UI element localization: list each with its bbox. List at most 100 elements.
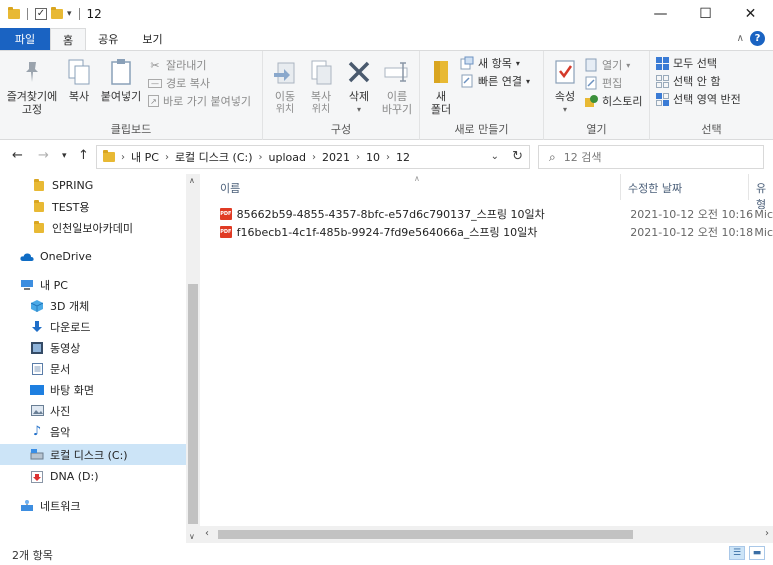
copy-button[interactable]: 복사 [62,57,96,103]
scroll-down-icon[interactable]: ∨ [189,532,195,541]
copy-to-button[interactable]: 복사 위치 [303,57,339,116]
paste-shortcut-button[interactable]: ↗ 바로 가기 붙여넣기 [148,93,251,109]
video-icon [30,341,44,354]
search-box[interactable]: ⌕ 12 검색 [538,145,764,169]
nav-item-3d-objects[interactable]: 3D 개체 [0,295,186,316]
nav-item-local-disk-c[interactable]: 로컬 디스크 (C:) [0,444,186,465]
pdf-file-icon: PDF [220,226,232,238]
column-header-modified[interactable]: 수정한 날짜 [628,180,682,196]
nav-item-test[interactable]: TEST용 [0,196,186,217]
new-folder-icon [426,57,456,87]
nav-item-network[interactable]: 네트워크 [0,495,186,516]
collapse-ribbon-icon[interactable]: ∧ [737,33,744,44]
open-button[interactable]: 열기 ▾ [584,57,630,73]
select-none-button[interactable]: 선택 안 함 [655,73,720,89]
nav-item-spring[interactable]: SPRING [0,175,186,196]
invert-selection-button[interactable]: 선택 영역 반전 [655,91,741,107]
nav-item-music[interactable]: ♪ 음악 [0,421,186,442]
large-icons-view-icon[interactable]: ▬ [749,546,765,560]
copy-path-button[interactable]: — 경로 복사 [148,75,210,91]
tab-home[interactable]: 홈 [50,28,87,50]
nav-item-this-pc[interactable]: 내 PC [0,274,186,295]
sort-indicator-icon: ∧ [414,174,420,183]
tab-file[interactable]: 파일 [0,28,50,50]
properties-button[interactable]: 속성 ▾ [548,57,582,116]
address-dropdown-icon[interactable]: ⌄ [491,151,499,162]
new-folder-button[interactable]: 새 폴더 [426,57,456,116]
nav-item-label: 3D 개체 [50,299,90,313]
column-divider[interactable] [748,174,749,200]
pin-to-quick-access-button[interactable]: 즐겨찾기에 고정 [4,57,60,116]
forward-arrow-icon[interactable]: → [38,148,49,163]
move-to-button[interactable]: 이동 위치 [267,57,303,116]
window-title: 12 [86,7,102,21]
customize-toolbar-dropdown[interactable]: ▾ [67,9,72,19]
new-folder-quick-icon[interactable] [51,7,63,19]
nav-item-dna-d[interactable]: DNA (D:) [0,466,186,487]
back-arrow-icon[interactable]: ← [12,148,23,163]
help-icon[interactable]: ? [750,31,765,46]
scrollbar-thumb[interactable] [188,284,198,524]
scroll-up-icon[interactable]: ∧ [189,176,195,185]
scroll-left-icon[interactable]: ‹ [205,528,209,539]
nav-item-pictures[interactable]: 사진 [0,400,186,421]
new-folder-label-1: 새 [435,90,447,103]
breadcrumb-2021[interactable]: 2021 [322,151,350,164]
breadcrumb-this-pc[interactable]: 내 PC [131,149,159,165]
select-group-label: 선택 [701,123,722,136]
divider [27,8,28,20]
nav-item-documents[interactable]: 문서 [0,358,186,379]
delete-button[interactable]: 삭제 ▾ [341,57,377,116]
breadcrumb-12[interactable]: 12 [396,151,410,164]
easy-access-button[interactable]: 빠른 연결 ▾ [460,73,530,89]
new-folder-label-2: 폴더 [430,103,452,116]
select-all-button[interactable]: 모두 선택 [655,55,717,71]
scrollbar-thumb[interactable] [218,530,633,539]
refresh-icon[interactable]: ↻ [512,149,523,164]
column-divider[interactable] [620,174,621,200]
pc-icon [20,279,34,291]
tab-share[interactable]: 공유 [86,28,130,50]
close-button[interactable]: ✕ [728,0,773,28]
breadcrumb-10[interactable]: 10 [366,151,380,164]
details-view-icon[interactable]: ☰ [729,546,745,560]
file-list-horizontal-scrollbar[interactable]: ‹ › [200,526,773,543]
file-row[interactable]: PDF 85662b59-4855-4357-8bfc-e57d6c790137… [220,205,773,223]
delete-label: 삭제 [348,90,370,103]
nav-item-downloads[interactable]: 다운로드 [0,316,186,337]
new-item-button[interactable]: 새 항목 ▾ [460,55,520,71]
cut-button[interactable]: ✂ 잘라내기 [148,57,206,73]
column-header-name[interactable]: 이름 [220,180,240,196]
scroll-right-icon[interactable]: › [765,528,769,539]
select-none-label: 선택 안 함 [673,75,721,88]
address-bar[interactable]: › 내 PC › 로컬 디스크 (C:) › upload › 2021 › 1… [96,145,530,169]
file-row[interactable]: PDF f16becb1-4c1f-485b-9924-7fd9e564066a… [220,223,773,241]
paste-label: 붙여넣기 [100,90,142,103]
paste-button[interactable]: 붙여넣기 [98,57,144,103]
maximize-button[interactable]: ☐ [683,0,728,28]
edit-button[interactable]: 편집 [584,75,622,91]
minimize-button[interactable]: — [638,0,683,28]
nav-item-desktop[interactable]: 바탕 화면 [0,379,186,400]
rename-label-1: 이름 [386,90,408,103]
select-all-icon [655,56,669,70]
breadcrumb-upload[interactable]: upload [269,151,306,164]
breadcrumb-local-disk[interactable]: 로컬 디스크 (C:) [175,149,253,165]
nav-pane-scrollbar[interactable]: ∧ ∨ [186,174,200,543]
recent-locations-icon[interactable]: ▾ [62,151,67,161]
nav-item-label: 동영상 [50,341,81,355]
properties-quick-icon[interactable]: ✓ [35,8,47,20]
history-button[interactable]: 히스토리 [584,93,642,109]
new-item-dropdown-icon: ▾ [515,58,520,68]
nav-item-onedrive[interactable]: OneDrive [0,246,186,267]
nav-item-academy[interactable]: 인천일보아카데미 [0,217,186,238]
nav-item-videos[interactable]: 동영상 [0,337,186,358]
up-arrow-icon[interactable]: ↑ [78,148,89,163]
easy-access-dropdown-icon: ▾ [525,76,530,86]
tab-view[interactable]: 보기 [130,28,174,50]
delete-dropdown-icon[interactable]: ▾ [357,103,361,116]
properties-dropdown-icon[interactable]: ▾ [563,103,567,116]
music-icon: ♪ [32,424,42,439]
open-dropdown-icon: ▾ [626,60,631,70]
rename-button[interactable]: 이름 바꾸기 [377,57,417,116]
